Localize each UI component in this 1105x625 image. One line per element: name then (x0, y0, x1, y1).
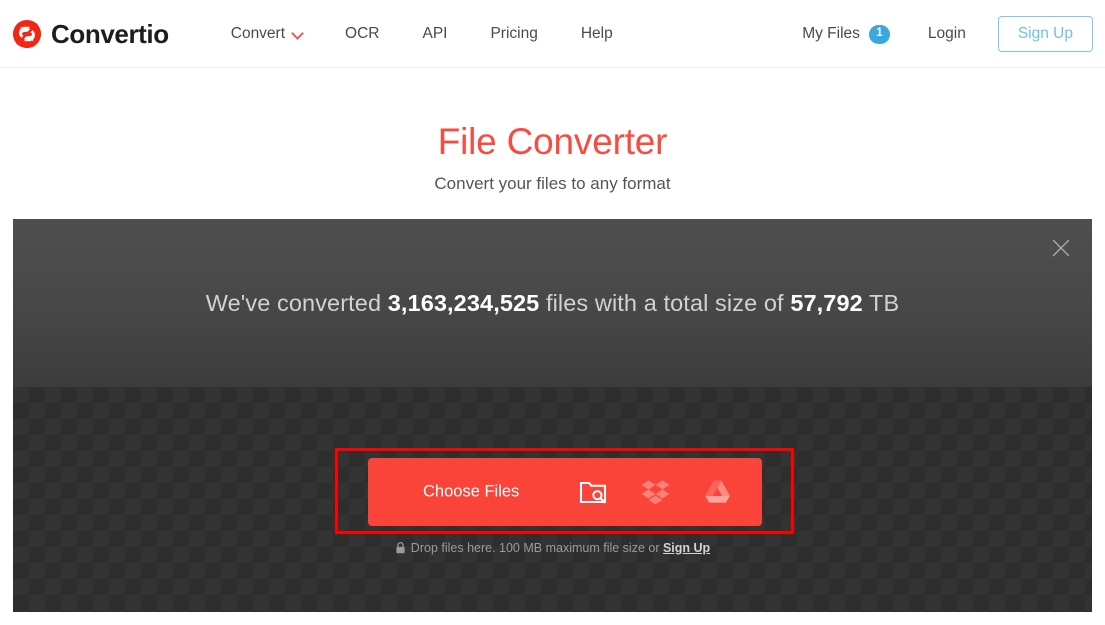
folder-search-icon[interactable] (579, 478, 607, 506)
choose-files-highlight: Choose Files (335, 448, 794, 534)
file-dropzone[interactable]: Choose Files Drop files here. 100 MB max… (13, 387, 1092, 612)
stats-total-size: 57,792 (790, 289, 863, 316)
my-files-link[interactable]: My Files 1 (802, 24, 890, 44)
main-nav: Convert OCR API Pricing Help (231, 25, 613, 43)
nav-item-help[interactable]: Help (581, 25, 613, 43)
stats-banner-text: We've converted 3,163,234,525 files with… (206, 290, 899, 317)
page-subtitle: Convert your files to any format (434, 173, 671, 193)
nav-item-ocr[interactable]: OCR (345, 25, 379, 43)
drop-hint-signup-link[interactable]: Sign Up (663, 541, 710, 555)
stats-suffix: TB (862, 289, 900, 316)
dropbox-icon[interactable] (641, 478, 670, 507)
nav-item-api[interactable]: API (422, 25, 447, 43)
site-header: Convertio Convert OCR API Pricing Help M… (0, 0, 1105, 68)
convertio-logo-icon (12, 19, 42, 48)
chevron-down-icon (293, 29, 302, 38)
nav-item-convert[interactable]: Convert (231, 25, 302, 43)
drop-hint-text: Drop files here. 100 MB maximum file siz… (410, 541, 663, 555)
page-title: File Converter (437, 121, 668, 162)
login-link[interactable]: Login (928, 25, 966, 43)
choose-files-button[interactable]: Choose Files (368, 458, 762, 526)
lock-icon (396, 541, 405, 554)
choose-files-label: Choose Files (423, 482, 520, 501)
brand-logo[interactable]: Convertio (12, 19, 169, 49)
page-root: Convertio Convert OCR API Pricing Help M… (0, 0, 1105, 625)
stats-prefix: We've converted (205, 289, 388, 316)
brand-name: Convertio (51, 18, 169, 49)
google-drive-icon[interactable] (703, 478, 732, 507)
stats-files-count: 3,163,234,525 (387, 289, 540, 316)
my-files-count-badge: 1 (868, 24, 890, 44)
header-actions: My Files 1 Login Sign Up (802, 0, 1093, 68)
hero-section: File Converter Convert your files to any… (0, 68, 1105, 194)
stats-middle: files with a total size of (539, 289, 791, 316)
nav-item-pricing[interactable]: Pricing (490, 25, 537, 43)
nav-label-convert: Convert (230, 24, 286, 42)
signup-button[interactable]: Sign Up (997, 16, 1093, 52)
stats-banner: We've converted 3,163,234,525 files with… (13, 219, 1092, 387)
close-icon[interactable] (1049, 236, 1073, 260)
drop-hint: Drop files here. 100 MB maximum file siz… (13, 541, 1092, 555)
my-files-label: My Files (802, 25, 860, 42)
